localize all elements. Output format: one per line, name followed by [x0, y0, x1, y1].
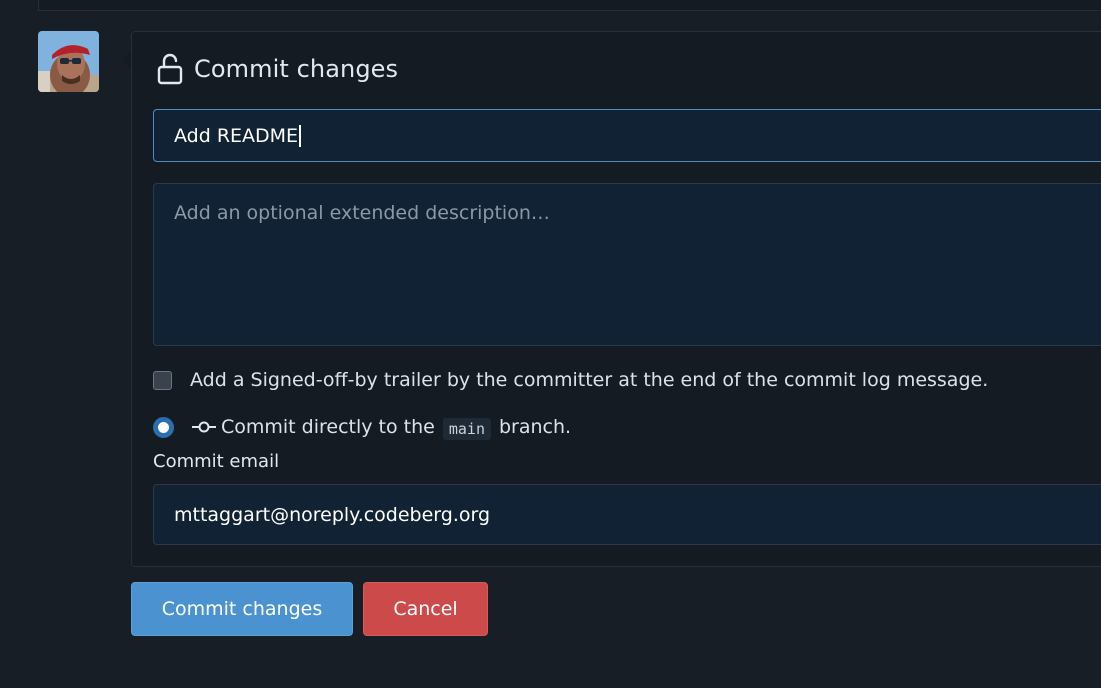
comment-arrow	[122, 52, 131, 70]
cancel-button[interactable]: Cancel	[363, 582, 488, 636]
commit-email-value: mttaggart@noreply.codeberg.org	[174, 503, 491, 526]
commit-email-label: Commit email	[153, 451, 280, 472]
commit-direct-prefix[interactable]: Commit directly to the	[221, 416, 435, 438]
previous-panel	[38, 0, 1101, 11]
commit-summary-input[interactable]: Add README	[153, 109, 1101, 162]
page: Commit changes Add README Add an optiona…	[0, 0, 1101, 688]
commit-direct-option: Commit directly to the main branch.	[153, 416, 571, 440]
description-placeholder: Add an optional extended description…	[174, 202, 550, 224]
commit-direct-suffix[interactable]: branch.	[499, 416, 571, 438]
commit-description-textarea[interactable]: Add an optional extended description…	[153, 183, 1101, 346]
commit-direct-radio[interactable]	[153, 416, 174, 438]
branch-name: main	[442, 418, 491, 440]
commit-email-select[interactable]: mttaggart@noreply.codeberg.org	[153, 484, 1101, 545]
commit-title: Commit changes	[194, 55, 399, 83]
signoff-option: Add a Signed-off-by trailer by the commi…	[153, 369, 988, 391]
commit-header: Commit changes	[156, 53, 398, 85]
text-caret	[299, 124, 301, 147]
avatar-image	[38, 31, 99, 92]
commit-summary-value: Add README	[174, 124, 299, 147]
signoff-checkbox[interactable]	[153, 370, 172, 390]
commit-changes-button[interactable]: Commit changes	[131, 582, 353, 636]
avatar[interactable]	[38, 31, 99, 92]
git-commit-icon	[192, 421, 216, 433]
signoff-label[interactable]: Add a Signed-off-by trailer by the commi…	[190, 369, 988, 391]
unlock-icon	[157, 53, 183, 85]
